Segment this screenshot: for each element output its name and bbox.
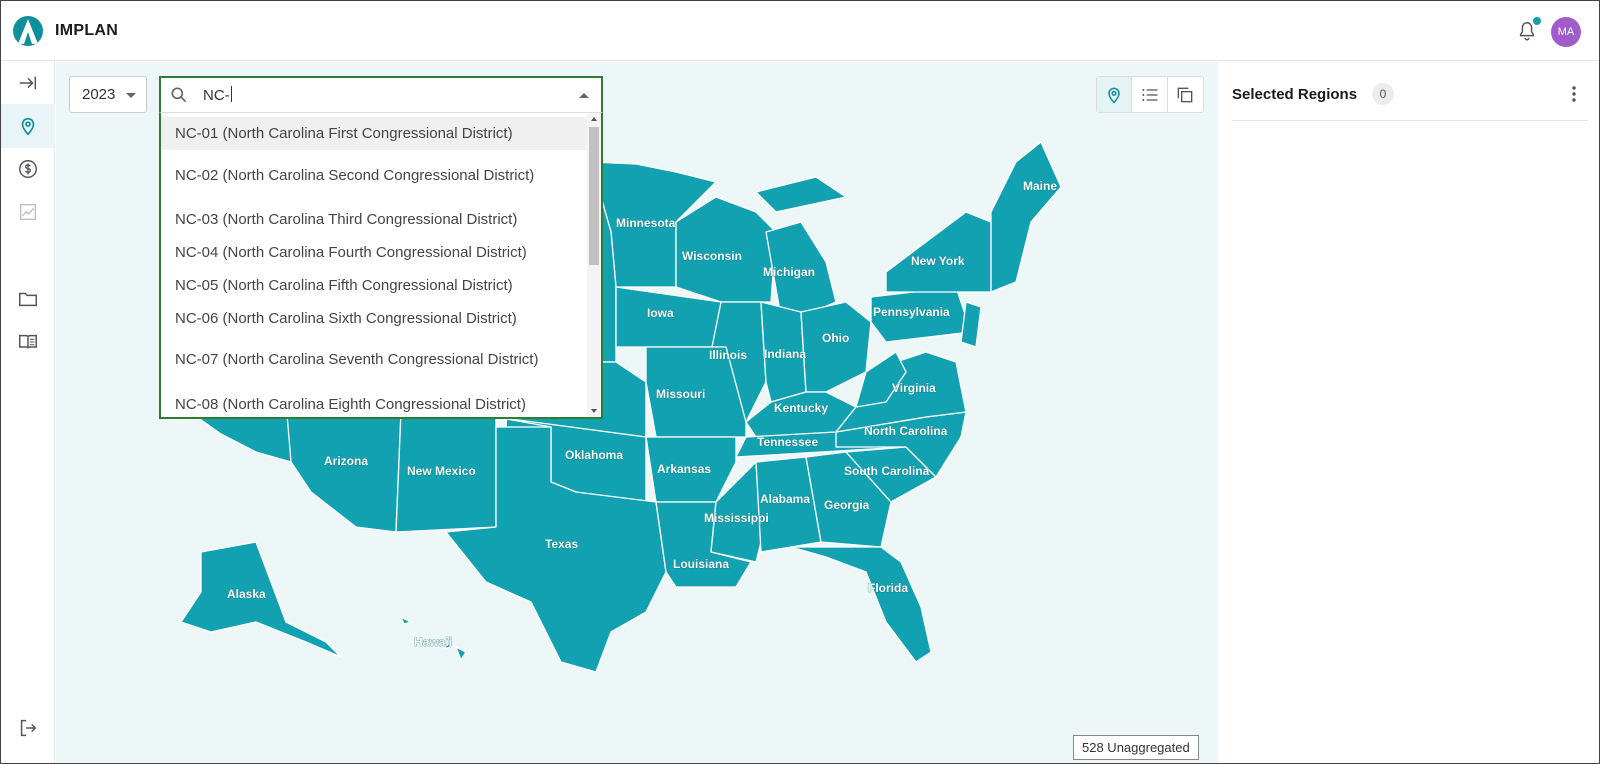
label-indiana: Indiana [764, 347, 806, 361]
label-arkansas: Arkansas [657, 462, 711, 476]
label-pennsylvania: Pennsylvania [873, 305, 950, 319]
view-toggle-group [1096, 76, 1204, 113]
label-maine: Maine [1023, 179, 1057, 193]
label-north-carolina: North Carolina [864, 424, 948, 438]
notification-dot [1533, 17, 1541, 25]
label-hawaii: Hawaii [414, 635, 452, 649]
implan-logo-icon[interactable] [13, 15, 43, 47]
map-pin-icon [1108, 87, 1120, 104]
label-georgia: Georgia [824, 498, 870, 512]
top-bar: IMPLAN MA [1, 1, 1599, 61]
panel-title: Selected Regions [1232, 86, 1358, 103]
avatar[interactable]: MA [1551, 17, 1581, 47]
book-icon [19, 334, 37, 349]
state-new-york [885, 211, 992, 293]
nav-library[interactable] [1, 320, 55, 364]
label-minnesota: Minnesota [616, 216, 676, 230]
chart-icon [20, 204, 36, 220]
logout-icon [20, 719, 37, 737]
search-text: NC- [203, 86, 232, 104]
map-view-button[interactable] [1097, 77, 1133, 112]
label-louisiana: Louisiana [673, 557, 729, 571]
app-frame: IMPLAN MA Maine Minnesota Wisconsin Mich… [0, 0, 1600, 764]
year-value: 2023 [82, 86, 116, 103]
label-missouri: Missouri [656, 387, 705, 401]
folder-icon [19, 292, 37, 307]
label-texas: Texas [545, 537, 578, 551]
result-option[interactable]: NC-04 (North Carolina Fourth Congression… [161, 236, 589, 269]
dollar-circle-icon [19, 160, 37, 178]
nav-analytics[interactable] [1, 190, 55, 234]
label-alabama: Alabama [760, 492, 810, 506]
result-option[interactable]: NC-03 (North Carolina Third Congressiona… [161, 203, 589, 236]
label-wisconsin: Wisconsin [682, 249, 742, 263]
result-option[interactable]: NC-07 (North Carolina Seventh Congressio… [161, 337, 589, 383]
scroll-down-arrow-icon[interactable] [591, 409, 597, 413]
logout-button[interactable] [1, 706, 55, 750]
year-select[interactable]: 2023 [69, 76, 147, 113]
result-option[interactable]: NC-01 (North Carolina First Congressiona… [161, 117, 589, 150]
list-view-button[interactable] [1132, 77, 1168, 112]
label-oklahoma: Oklahoma [565, 448, 623, 462]
layers-view-button[interactable] [1168, 77, 1203, 112]
more-options-icon[interactable] [1570, 84, 1578, 104]
label-south-carolina: South Carolina [844, 464, 930, 478]
search-icon [171, 87, 187, 103]
label-florida: Florida [868, 581, 908, 595]
label-kentucky: Kentucky [774, 401, 828, 415]
label-virginia: Virginia [892, 381, 936, 395]
label-illinois: Illinois [709, 348, 747, 362]
chevron-up-icon[interactable] [579, 93, 589, 98]
brand-name: IMPLAN [55, 22, 119, 39]
left-nav-rail [1, 61, 55, 763]
label-michigan: Michigan [763, 265, 815, 279]
result-option[interactable]: NC-02 (North Carolina Second Congression… [161, 153, 589, 199]
label-arizona: Arizona [324, 454, 368, 468]
nav-economics[interactable] [1, 147, 55, 191]
nav-regions[interactable] [1, 104, 55, 148]
copy-layers-icon [1178, 87, 1193, 102]
label-alaska: Alaska [227, 587, 266, 601]
state-florida [790, 546, 932, 663]
panel-divider [1232, 120, 1588, 121]
scroll-up-arrow-icon[interactable] [591, 117, 597, 121]
selected-regions-panel: Selected Regions 0 [1218, 62, 1599, 763]
label-ohio: Ohio [822, 331, 849, 345]
label-new-mexico: New Mexico [407, 464, 476, 478]
state-new-jersey [960, 301, 982, 348]
map-pin-icon [21, 117, 35, 136]
count-badge: 0 [1372, 83, 1394, 105]
unaggregated-count: 528 Unaggregated [1073, 735, 1199, 760]
label-tennessee: Tennessee [757, 435, 818, 449]
scrollbar-thumb[interactable] [589, 127, 599, 265]
result-option[interactable]: NC-05 (North Carolina Fifth Congressiona… [161, 269, 589, 302]
nav-projects[interactable] [1, 277, 55, 321]
expand-nav-button[interactable] [1, 61, 55, 105]
arrow-right-bar-icon [19, 76, 37, 90]
dropdown-scrollbar[interactable] [587, 113, 601, 417]
region-search-input[interactable]: NC- [159, 76, 603, 112]
chevron-down-icon [126, 93, 136, 98]
result-option[interactable]: NC-08 (North Carolina Eighth Congression… [161, 388, 589, 417]
state-new-england [990, 141, 1062, 293]
label-new-york: New York [911, 254, 965, 268]
result-option[interactable]: NC-06 (North Carolina Sixth Congressiona… [161, 302, 589, 335]
list-icon [1141, 88, 1158, 101]
label-iowa: Iowa [647, 306, 674, 320]
search-results-dropdown: NC-01 (North Carolina First Congressiona… [159, 112, 603, 419]
state-ohio [800, 301, 872, 393]
label-mississippi: Mississippi [704, 511, 769, 525]
